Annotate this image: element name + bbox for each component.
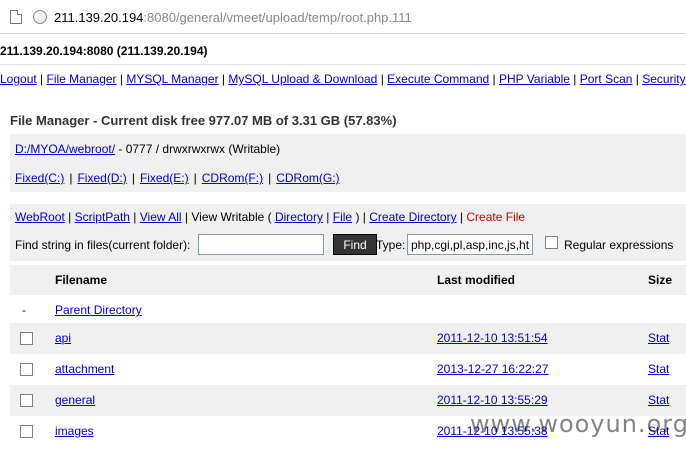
address-bar[interactable]: 211.139.20.194:8080/general/vmeet/upload… [0,0,686,34]
file-modified-link[interactable]: 2013-12-27 16:22:27 [437,362,548,376]
nav-file-manager[interactable]: File Manager [47,72,117,86]
file-modified-link[interactable]: 2011-12-10 13:51:54 [437,331,548,345]
path-link[interactable]: D:/MYOA/webroot/ [15,142,115,156]
drive-e-link[interactable]: Fixed(E:) [140,171,189,185]
type-input[interactable] [407,234,533,255]
header-filename: Filename [55,273,108,287]
path-panel: D:/MYOA/webroot/ - 0777 / drwxrwxrwx (Wr… [10,134,686,192]
webroot-link[interactable]: WebRoot [15,210,65,224]
file-stat-link[interactable]: Stat [648,362,669,376]
table-header: Filename Last modified Size [10,265,686,295]
create-file-link[interactable]: Create File [466,210,525,224]
file-stat-link[interactable]: Stat [648,331,669,345]
file-stat-link[interactable]: Stat [648,393,669,407]
find-button[interactable]: Find [333,234,377,255]
drive-c-link[interactable]: Fixed(C:) [15,171,64,185]
view-writable-text: | View Writable ( [181,210,275,224]
nav-mysql-upload-download[interactable]: MySQL Upload & Download [228,72,377,86]
drive-f-link[interactable]: CDRom(F:) [202,171,263,185]
row-checkbox[interactable] [20,425,33,438]
nav-port-scan[interactable]: Port Scan [580,72,633,86]
nav-mysql-manager[interactable]: MYSQL Manager [126,72,218,86]
drive-d-link[interactable]: Fixed(D:) [77,171,126,185]
drive-list: Fixed(C:) | Fixed(D:) | Fixed(E:) | CDRom(F:) |… [15,171,340,185]
table-row: api 2011-12-10 13:51:54 Stat [10,323,686,354]
parent-dash: - [22,303,26,317]
view-all-link[interactable]: View All [140,210,182,224]
parent-directory-link[interactable]: Parent Directory [55,303,142,317]
divider [0,64,686,65]
page-title: File Manager - Current disk free 977.07 … [10,113,397,128]
find-string-input[interactable] [198,234,324,255]
parent-directory-row: - Parent Directory [10,295,686,326]
row-checkbox[interactable] [20,394,33,407]
drive-g-link[interactable]: CDRom(G:) [276,171,339,185]
actions-panel: WebRoot | ScriptPath | View All | View W… [10,204,686,261]
watermark: www.wooyun.org [470,410,686,438]
row-checkbox[interactable] [20,363,33,376]
main-nav: Logout | File Manager | MYSQL Manager | … [0,72,686,86]
globe-icon [33,10,47,24]
nav-security[interactable]: Security [642,72,685,86]
regex-label: Regular expressions [564,238,674,252]
writable-file-link[interactable]: File [333,210,352,224]
url-text[interactable]: 211.139.20.194:8080/general/vmeet/upload… [54,10,412,25]
writable-directory-link[interactable]: Directory [275,210,323,224]
header-size: Size [648,273,673,287]
header-last-modified: Last modified [437,273,516,287]
table-row: attachment 2013-12-27 16:22:27 Stat [10,354,686,385]
nav-php-variable[interactable]: PHP Variable [499,72,570,86]
action-links: WebRoot | ScriptPath | View All | View W… [15,210,526,224]
file-modified-link[interactable]: 2011-12-10 13:55:29 [437,393,548,407]
row-checkbox[interactable] [20,332,33,345]
file-name-link[interactable]: api [55,331,71,345]
path-permissions: - 0777 / drwxrwxrwx (Writable) [115,142,281,156]
find-label: Find string in files(current folder): [15,238,191,252]
scriptpath-link[interactable]: ScriptPath [75,210,130,224]
create-directory-link[interactable]: Create Directory [369,210,456,224]
nav-logout[interactable]: Logout [0,72,37,86]
url-path: :8080/general/vmeet/upload/temp/root.php… [143,10,412,25]
type-label: Type: [376,238,406,252]
file-name-link[interactable]: general [55,393,95,407]
host-line: 211.139.20.194:8080 (211.139.20.194) [0,44,208,58]
nav-execute-command[interactable]: Execute Command [387,72,489,86]
current-path: D:/MYOA/webroot/ - 0777 / drwxrwxrwx (Wr… [15,142,280,156]
page-icon [10,10,22,24]
file-name-link[interactable]: attachment [55,362,114,376]
regex-checkbox[interactable] [545,236,558,249]
url-host: 211.139.20.194 [54,10,144,25]
file-name-link[interactable]: images [55,424,94,438]
